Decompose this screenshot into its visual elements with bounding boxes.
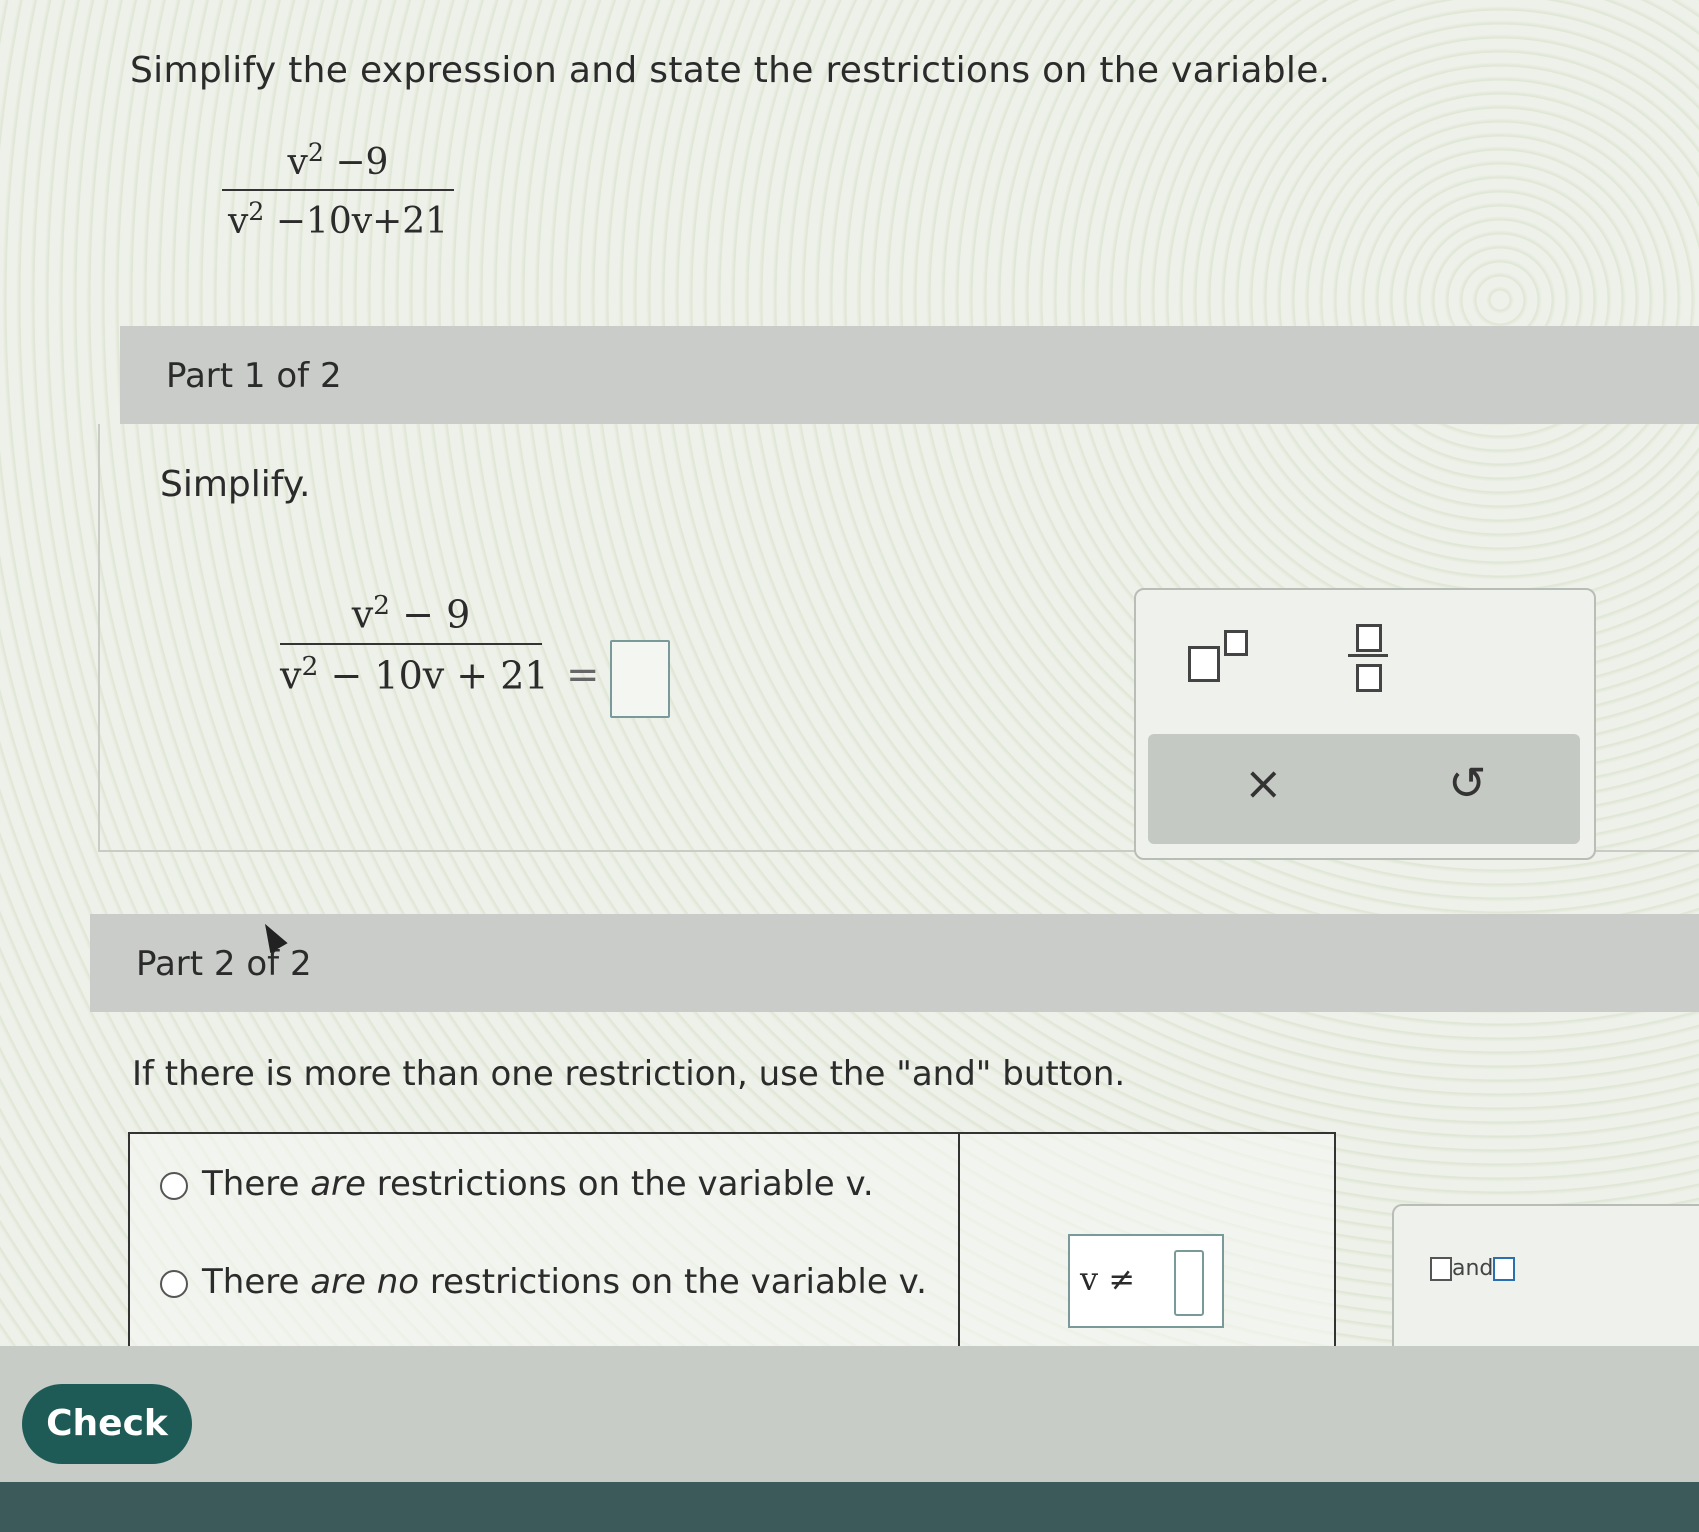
palette-action-row: × ↺	[1148, 734, 1580, 844]
and-left-slot-icon	[1430, 1257, 1452, 1281]
question-numerator: v2 −9	[222, 138, 454, 183]
restriction-value-slot[interactable]	[1174, 1250, 1204, 1316]
num-exp: 2	[307, 138, 324, 167]
part2-header-label: Part 2 of 2	[136, 944, 312, 984]
fraction-den-icon	[1356, 664, 1382, 692]
num-rest: − 9	[390, 592, 471, 637]
part1-denominator: v2 − 10v + 21	[280, 650, 549, 698]
neq-label: v ≠	[1080, 1260, 1136, 1298]
equals-sign: =	[566, 652, 600, 698]
option2-suffix: restrictions on the variable v.	[419, 1262, 927, 1302]
part2-header: Part 2 of 2	[90, 914, 1699, 1012]
simplify-label: Simplify.	[160, 464, 311, 505]
den-base: v	[227, 201, 249, 242]
math-palette: × ↺	[1134, 588, 1596, 860]
exponent-button[interactable]	[1186, 626, 1256, 686]
clear-icon[interactable]: ×	[1244, 756, 1283, 810]
exponent-base-icon	[1188, 646, 1220, 682]
restriction-choices: There are restrictions on the variable v…	[128, 1132, 1336, 1376]
part1-expression: v2 − 9 v2 − 10v + 21	[280, 590, 549, 698]
option1-prefix: There	[202, 1164, 311, 1204]
and-label: and	[1452, 1256, 1494, 1281]
option-has-restrictions[interactable]: There are restrictions on the variable v…	[160, 1164, 874, 1204]
radio-no-restrictions[interactable]	[160, 1269, 188, 1298]
question-text: Simplify the expression and state the re…	[130, 50, 1331, 91]
restriction-instruction: If there is more than one restriction, u…	[132, 1054, 1126, 1094]
part1-header-label: Part 1 of 2	[166, 356, 342, 396]
fraction-num-icon	[1356, 624, 1382, 652]
fraction-button[interactable]	[1344, 624, 1394, 694]
option2-emphasis: are no	[310, 1262, 420, 1302]
part1-numerator: v2 − 9	[280, 590, 542, 637]
answer-input[interactable]	[610, 640, 670, 718]
num-exp: 2	[373, 590, 391, 621]
den-base: v	[280, 653, 302, 698]
den-exp: 2	[301, 650, 319, 682]
den-exp: 2	[248, 197, 265, 226]
den-rest: − 10v + 21	[318, 653, 549, 698]
fraction-bar	[222, 189, 454, 191]
num-rest: −9	[323, 142, 389, 183]
option1-emphasis: are	[310, 1164, 366, 1204]
undo-icon[interactable]: ↺	[1448, 756, 1487, 810]
and-right-slot-icon	[1493, 1257, 1516, 1281]
restriction-input[interactable]: v ≠	[1068, 1234, 1224, 1328]
fraction-bar-icon	[1348, 654, 1388, 657]
radio-has-restrictions[interactable]	[160, 1171, 188, 1200]
footer-strip	[0, 1482, 1699, 1532]
exponent-power-icon	[1224, 630, 1248, 656]
question-denominator: v2 −10v+21	[222, 197, 454, 242]
num-base: v	[287, 142, 308, 183]
option2-prefix: There	[202, 1262, 311, 1302]
restriction-options: There are restrictions on the variable v…	[130, 1134, 960, 1374]
num-base: v	[351, 592, 374, 637]
and-button[interactable]: and	[1430, 1256, 1516, 1281]
fraction-bar	[280, 642, 542, 645]
option1-suffix: restrictions on the variable v.	[365, 1164, 874, 1204]
question-expression: v2 −9 v2 −10v+21	[222, 138, 454, 242]
check-button[interactable]: Check	[22, 1384, 192, 1464]
option-no-restrictions[interactable]: There are no restrictions on the variabl…	[160, 1262, 927, 1302]
part1-header: Part 1 of 2	[120, 326, 1699, 424]
den-rest: −10v+21	[264, 201, 449, 242]
